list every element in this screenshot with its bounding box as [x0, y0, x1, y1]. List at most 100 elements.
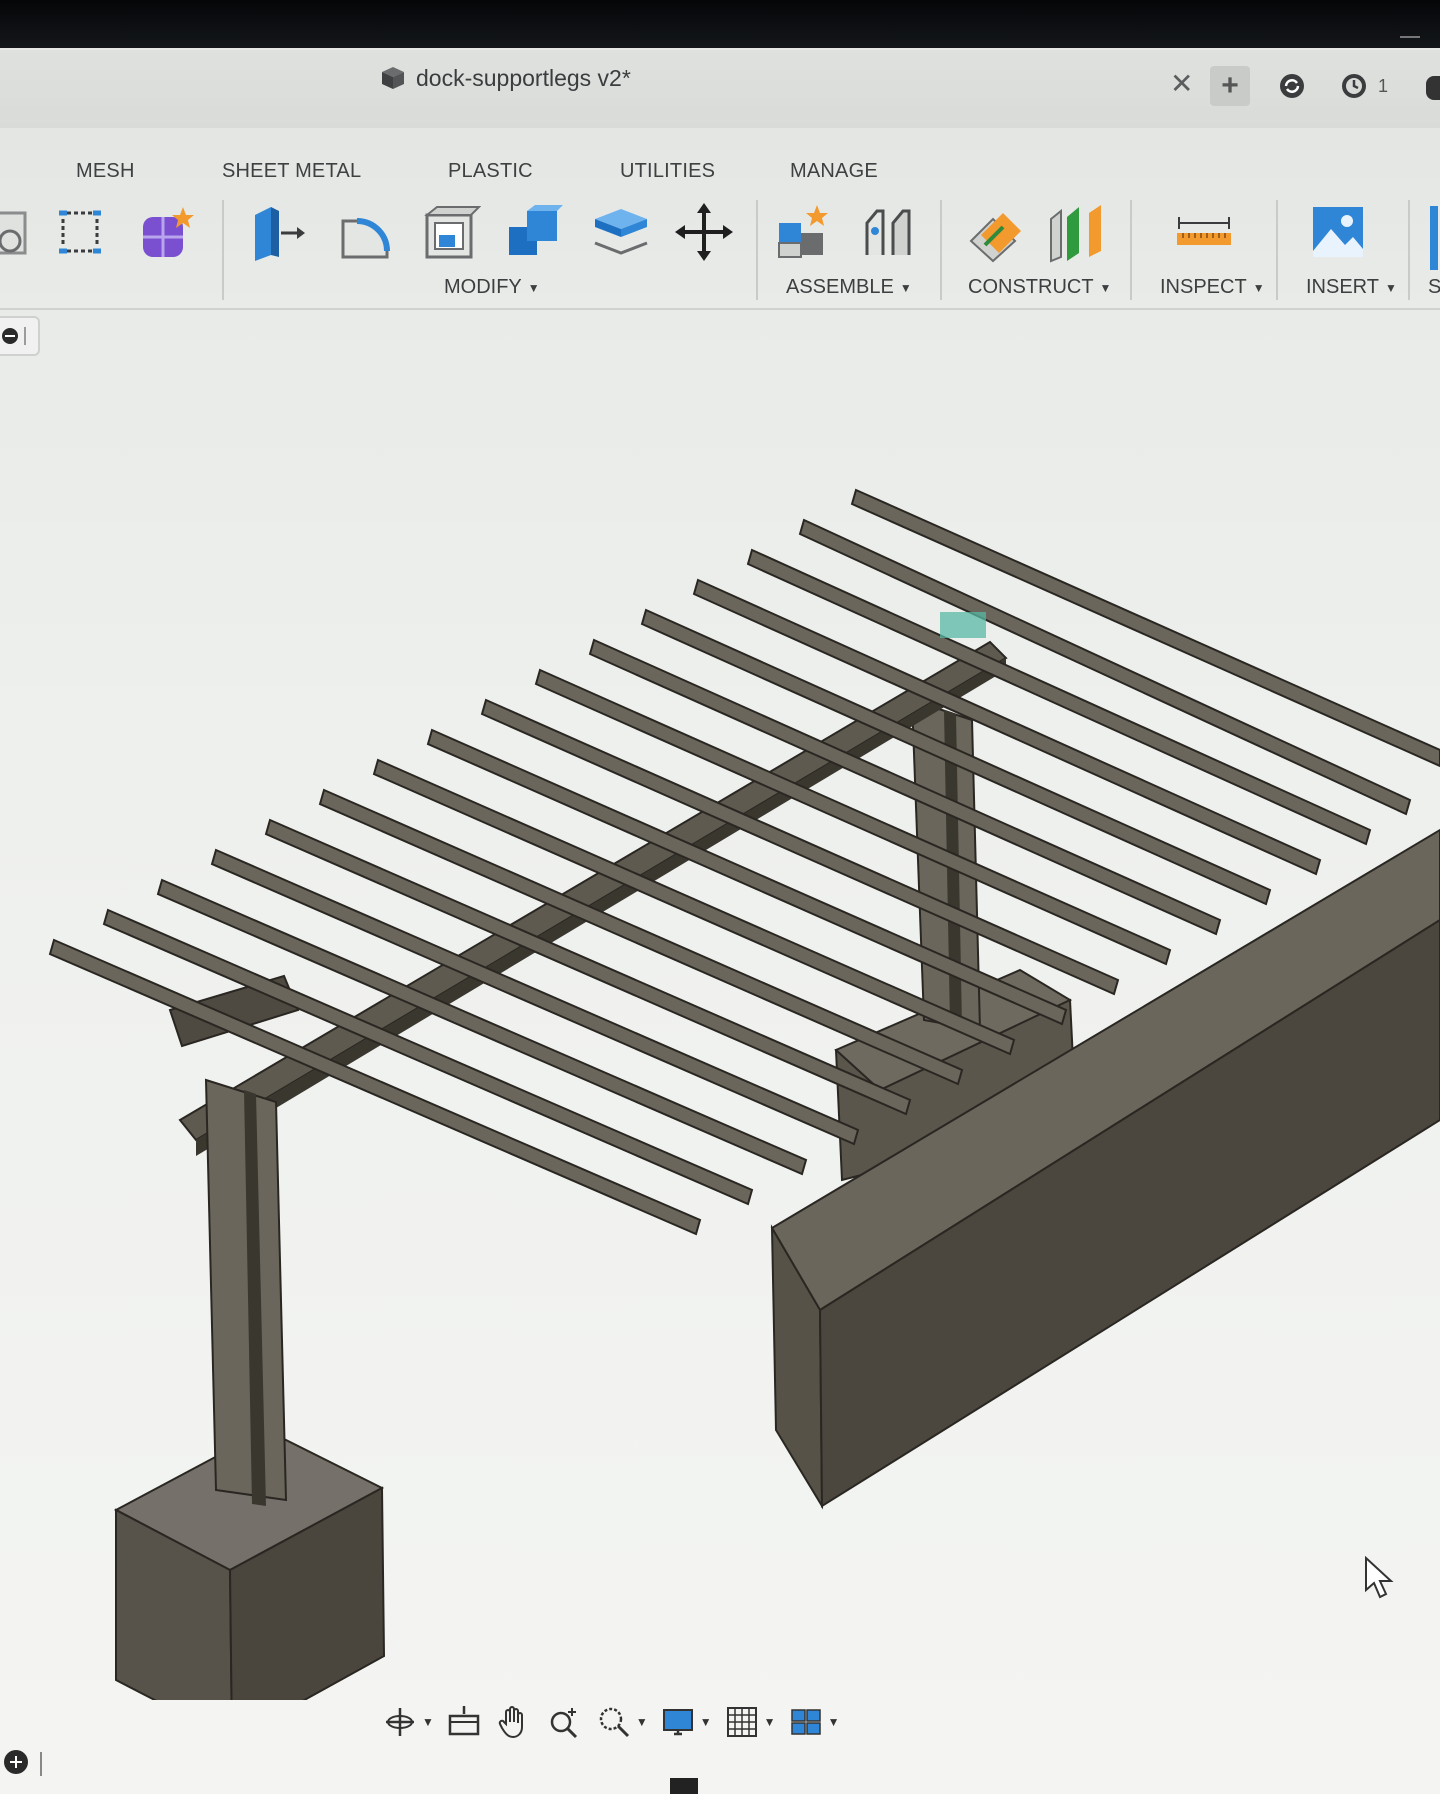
- document-cube-icon: [382, 67, 404, 89]
- new-component-assemble-button[interactable]: [772, 200, 836, 264]
- orbit-icon: [386, 1708, 414, 1736]
- tab-sheet-metal[interactable]: SHEET METAL: [222, 160, 361, 183]
- grid-icon: [726, 1707, 757, 1737]
- combine-tool-button[interactable]: [502, 200, 566, 264]
- ribbon-separator: [1408, 200, 1410, 300]
- chevron-down-icon: ▼: [1099, 280, 1112, 295]
- zoom-button[interactable]: [544, 1700, 584, 1744]
- midplane-icon: [1050, 205, 1101, 263]
- image-icon: [1313, 207, 1363, 257]
- new-component-icon: [778, 205, 828, 258]
- shell-tool-button[interactable]: [418, 200, 482, 264]
- select-label: S: [1428, 276, 1440, 298]
- display-settings-icon: [662, 1709, 693, 1736]
- offset-face-tool-button[interactable]: [588, 200, 652, 264]
- document-tab[interactable]: dock-supportlegs v2*: [380, 62, 631, 94]
- look-at-button[interactable]: [444, 1700, 484, 1744]
- select-tool-button[interactable]: [1430, 206, 1438, 270]
- chevron-down-icon: ▼: [1252, 280, 1265, 295]
- fillet-tool-button[interactable]: [334, 200, 398, 264]
- sweep-icon: [0, 211, 27, 255]
- close-icon[interactable]: ✕: [1170, 70, 1193, 98]
- combine-icon: [509, 205, 563, 255]
- midplane-tool-button[interactable]: [1044, 200, 1108, 264]
- assemble-menu[interactable]: ASSEMBLE ▼: [786, 276, 912, 299]
- measure-tool-button[interactable]: [1172, 200, 1236, 264]
- press-pull-icon: [255, 207, 305, 261]
- bell-icon[interactable]: [1426, 76, 1440, 100]
- ribbon-separator: [1276, 200, 1278, 300]
- ribbon-separator: [1130, 200, 1132, 300]
- ribbon-separator: [756, 200, 758, 300]
- measure-ruler-icon: [1177, 217, 1231, 245]
- chevron-down-icon[interactable]: ▼: [828, 1715, 840, 1729]
- chevron-down-icon[interactable]: ▼: [764, 1715, 776, 1729]
- move-copy-tool-button[interactable]: [672, 200, 736, 264]
- inspect-label: INSPECT: [1160, 276, 1247, 298]
- tab-mesh[interactable]: MESH: [76, 160, 135, 183]
- pan-button[interactable]: [494, 1700, 534, 1744]
- document-title: dock-supportlegs v2*: [416, 64, 631, 91]
- joint-icon: [865, 209, 911, 255]
- job-count: 1: [1378, 75, 1389, 96]
- orbit-button[interactable]: [380, 1700, 420, 1744]
- sweep-tool-button[interactable]: [0, 200, 44, 264]
- ribbon-separator: [222, 200, 224, 300]
- sync-icon[interactable]: [1272, 66, 1312, 106]
- chevron-down-icon: ▼: [1384, 280, 1397, 295]
- inspect-menu[interactable]: INSPECT ▼: [1160, 276, 1265, 299]
- sketch-dimension-icon: [59, 210, 101, 254]
- timeline-handle[interactable]: [40, 1752, 42, 1776]
- dock-model: [48, 488, 1440, 1742]
- fillet-icon: [341, 218, 390, 259]
- clock-icon[interactable]: [1334, 66, 1374, 106]
- press-pull-tool-button[interactable]: [244, 200, 308, 264]
- purple-component-icon: [143, 207, 194, 257]
- display-settings-button[interactable]: [658, 1700, 698, 1744]
- viewports-button[interactable]: [786, 1700, 826, 1744]
- joint-tool-button[interactable]: [856, 200, 920, 264]
- window-minimize-button[interactable]: [1400, 36, 1420, 38]
- monitor-bezel: [0, 0, 1440, 52]
- zoom-icon: [550, 1708, 577, 1739]
- move-arrows-icon: [675, 203, 733, 261]
- timeline-marker: [670, 1778, 698, 1794]
- zoom-fit-icon: [599, 1707, 629, 1738]
- offset-plane-icon: [969, 213, 1021, 263]
- hand-icon: [498, 1706, 523, 1739]
- tab-manage[interactable]: MANAGE: [790, 160, 878, 183]
- sketch-dimension-tool-button[interactable]: [48, 200, 112, 264]
- construct-menu[interactable]: CONSTRUCT ▼: [968, 276, 1111, 299]
- chevron-down-icon[interactable]: ▼: [422, 1715, 434, 1729]
- navigation-toolbar: ▼ ▼ ▼ ▼ ▼: [370, 1690, 860, 1754]
- tab-plastic[interactable]: PLASTIC: [448, 160, 533, 183]
- mouse-cursor-icon: [1365, 1556, 1394, 1599]
- modify-menu[interactable]: MODIFY ▼: [444, 276, 540, 299]
- modify-label: MODIFY: [444, 276, 522, 298]
- fit-button[interactable]: [594, 1700, 634, 1744]
- shell-icon: [424, 206, 481, 259]
- timeline-add-icon[interactable]: [4, 1750, 28, 1774]
- new-component-tool-button[interactable]: [134, 200, 198, 264]
- insert-menu[interactable]: INSERT ▼: [1306, 276, 1397, 299]
- chevron-down-icon[interactable]: ▼: [636, 1715, 648, 1729]
- selection-marker: [940, 612, 986, 638]
- assemble-label: ASSEMBLE: [786, 276, 894, 298]
- tab-actions: + 1: [1210, 66, 1388, 106]
- tab-utilities[interactable]: UTILITIES: [620, 160, 715, 183]
- viewports-icon: [790, 1709, 821, 1735]
- canvas-viewport[interactable]: [0, 320, 1440, 1742]
- select-menu[interactable]: S: [1428, 276, 1440, 299]
- chevron-down-icon[interactable]: ▼: [700, 1715, 712, 1729]
- chevron-down-icon: ▼: [527, 280, 540, 295]
- insert-label: INSERT: [1306, 276, 1379, 298]
- grid-snaps-button[interactable]: [722, 1700, 762, 1744]
- construct-label: CONSTRUCT: [968, 276, 1094, 298]
- ribbon-separator: [940, 200, 942, 300]
- plus-icon[interactable]: +: [1210, 66, 1250, 106]
- offset-face-icon: [594, 209, 648, 255]
- insert-canvas-tool-button[interactable]: [1306, 200, 1370, 264]
- offset-plane-tool-button[interactable]: [962, 200, 1026, 264]
- look-at-icon: [448, 1706, 480, 1736]
- chevron-down-icon: ▼: [899, 280, 912, 295]
